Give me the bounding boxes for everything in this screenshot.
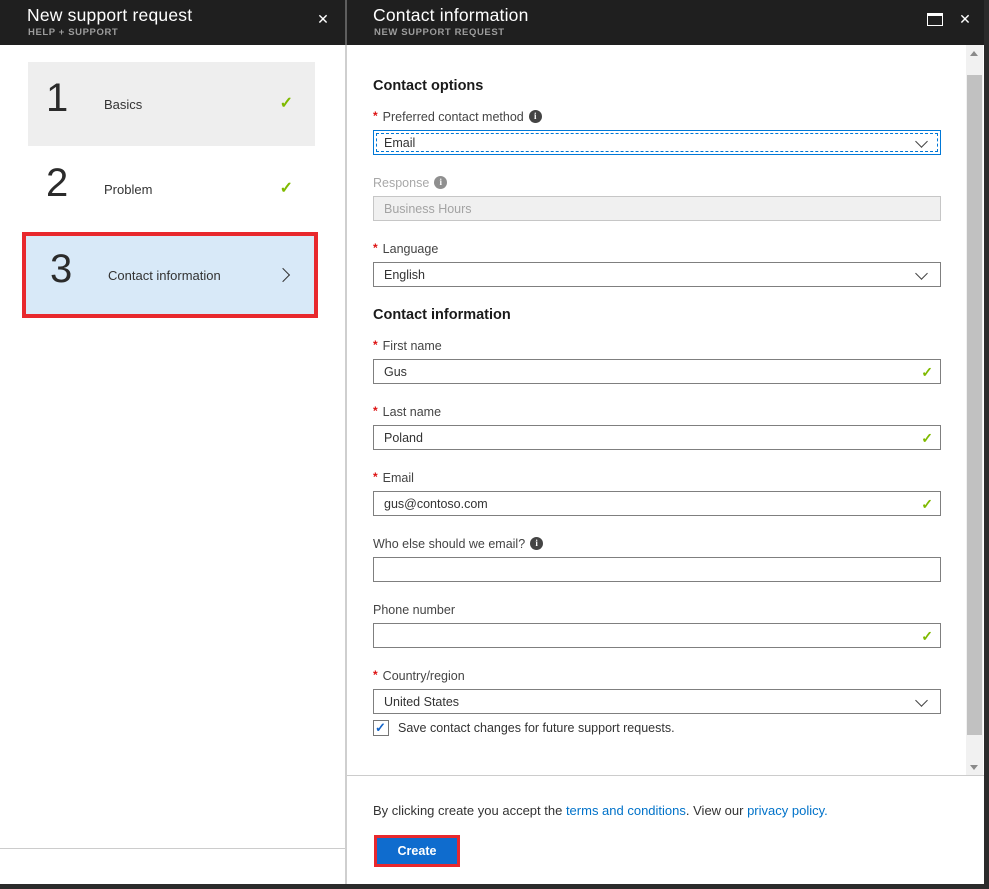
- check-icon: ✓: [279, 95, 293, 112]
- privacy-policy-link[interactable]: privacy policy: [747, 803, 824, 818]
- create-button[interactable]: Create: [377, 838, 457, 864]
- scrollbar-up-arrow[interactable]: [966, 45, 983, 61]
- language-label: * Language: [373, 240, 439, 256]
- preferred-contact-method-label: * Preferred contact method i: [373, 109, 941, 124]
- contact-options-heading: Contact options: [373, 78, 484, 94]
- step-label: Contact information: [108, 268, 221, 283]
- triangle-down-icon: [970, 765, 978, 770]
- window-frame-right: [984, 0, 989, 889]
- terms-and-conditions-link[interactable]: terms and conditions: [566, 803, 686, 818]
- step-number: 2: [46, 161, 69, 205]
- contact-panel-header: Contact information NEW SUPPORT REQUEST …: [347, 0, 989, 45]
- maximize-icon[interactable]: [927, 13, 943, 26]
- wizard-subtitle: HELP + SUPPORT: [28, 27, 119, 38]
- panel-footer: By clicking create you accept the terms …: [347, 775, 989, 889]
- step-basics[interactable]: 1 Basics ✓: [28, 62, 315, 146]
- last-name-label: * Last name: [373, 403, 442, 419]
- vertical-scrollbar: [966, 45, 983, 775]
- step-contact-information[interactable]: 3 Contact information: [22, 232, 318, 318]
- triangle-up-icon: [970, 51, 978, 56]
- save-contact-label: Save contact changes for future support …: [398, 721, 675, 735]
- create-button-highlight: Create: [374, 835, 460, 867]
- wizard-panel: New support request HELP + SUPPORT ✕ 1 B…: [0, 0, 345, 889]
- step-number: 3: [50, 247, 73, 291]
- contact-information-panel: Contact information NEW SUPPORT REQUEST …: [347, 0, 989, 889]
- additional-email-field[interactable]: [373, 557, 941, 582]
- info-icon[interactable]: i: [530, 537, 544, 550]
- panel-title: Contact information: [373, 5, 529, 25]
- language-dropdown[interactable]: English: [373, 262, 941, 287]
- required-marker: *: [373, 240, 378, 255]
- close-icon[interactable]: ✕: [955, 9, 975, 29]
- disclaimer-middle: . View our: [685, 803, 748, 818]
- panel-subtitle: NEW SUPPORT REQUEST: [374, 27, 505, 38]
- chevron-down-icon: [915, 267, 928, 280]
- scrollbar-thumb[interactable]: [967, 75, 982, 735]
- check-icon: ✓: [279, 180, 293, 197]
- last-name-field[interactable]: [373, 425, 941, 450]
- country-region-dropdown[interactable]: United States: [373, 689, 941, 714]
- disclaimer-suffix: .: [824, 803, 828, 818]
- contact-information-heading: Contact information: [373, 307, 511, 323]
- required-marker: *: [373, 337, 378, 352]
- close-icon[interactable]: ✕: [313, 9, 333, 29]
- checkbox-check-icon: ✓: [375, 720, 386, 735]
- window-frame-bottom: [0, 884, 989, 889]
- form-scroll-area: Contact options * Preferred contact meth…: [347, 45, 989, 775]
- info-icon[interactable]: i: [434, 176, 448, 189]
- email-field[interactable]: [373, 491, 941, 516]
- step-label: Problem: [104, 182, 153, 197]
- required-marker: *: [373, 403, 378, 418]
- info-icon[interactable]: i: [528, 110, 542, 123]
- chevron-right-icon: [275, 267, 291, 283]
- response-field: [373, 196, 941, 221]
- wizard-panel-header: New support request HELP + SUPPORT ✕: [0, 0, 345, 45]
- phone-number-field[interactable]: [373, 623, 941, 648]
- step-problem[interactable]: 2 Problem ✓: [28, 147, 315, 231]
- phone-number-label: Phone number: [373, 602, 456, 617]
- step-number: 1: [46, 76, 69, 120]
- required-marker: *: [373, 108, 378, 123]
- additional-email-label: Who else should we email? i: [373, 536, 941, 551]
- left-panel-divider: [0, 848, 345, 849]
- scrollbar-down-arrow[interactable]: [966, 759, 983, 775]
- dropdown-value: English: [384, 268, 425, 282]
- preferred-contact-method-dropdown[interactable]: Email: [373, 130, 941, 155]
- required-marker: *: [373, 469, 378, 484]
- disclaimer-text: By clicking create you accept the terms …: [373, 803, 989, 818]
- first-name-field[interactable]: [373, 359, 941, 384]
- dropdown-value: Email: [384, 136, 416, 150]
- first-name-label: * First name: [373, 337, 442, 353]
- step-label: Basics: [104, 97, 143, 112]
- response-label: Response i: [373, 175, 941, 190]
- chevron-down-icon: [915, 135, 928, 148]
- save-contact-row: ✓ Save contact changes for future suppor…: [373, 720, 941, 736]
- chevron-down-icon: [915, 694, 928, 707]
- email-label: * Email: [373, 469, 414, 485]
- required-marker: *: [373, 667, 378, 682]
- disclaimer-prefix: By clicking create you accept the: [373, 803, 566, 818]
- save-contact-checkbox[interactable]: ✓: [373, 720, 389, 736]
- dropdown-value: United States: [384, 695, 460, 709]
- country-region-label: * Country/region: [373, 667, 465, 683]
- panel-separator: [345, 0, 347, 889]
- wizard-title: New support request: [27, 5, 193, 25]
- new-support-request-window: New support request HELP + SUPPORT ✕ 1 B…: [0, 0, 989, 889]
- panel-separator-header: [345, 0, 347, 45]
